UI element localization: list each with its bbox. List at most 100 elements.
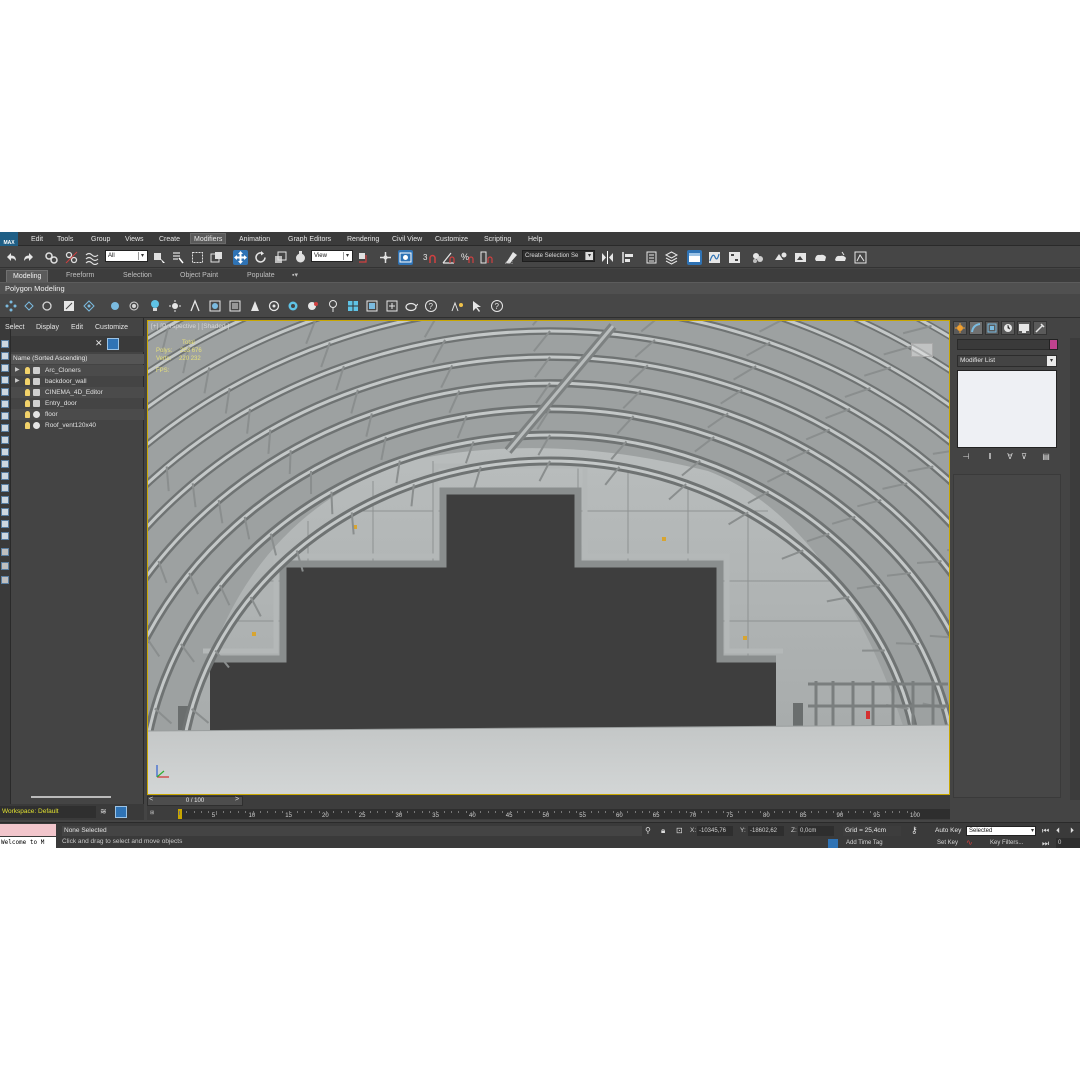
modify-tab-icon[interactable] [969,321,983,335]
display-geometry-icon[interactable] [1,340,9,348]
edge-mode-icon[interactable] [22,299,36,313]
percent-snap-icon[interactable]: % [460,250,475,265]
scene-item-cinema-4d-editor[interactable]: CINEMA_4D_Editor [11,387,144,398]
rectangular-selection-icon[interactable] [190,250,205,265]
show-end-result-icon[interactable]: ‖ [985,452,995,462]
key-mode-dropdown[interactable]: Selected ▾ [966,826,1036,836]
toggle-scene-explorer-icon[interactable] [644,250,659,265]
paint-connect-icon[interactable] [326,299,340,313]
expand-arrow-icon[interactable]: ▶ [15,376,20,387]
display-all-icon[interactable] [1,484,9,492]
set-key-button[interactable]: Set Key [937,840,958,846]
menu-graph-editors[interactable]: Graph Editors [285,234,334,245]
named-selection-set-dropdown[interactable]: Create Selection Se ▾ [522,250,595,262]
render-tools-icon[interactable] [853,250,868,265]
render-production-icon[interactable] [813,250,828,265]
menu-customize[interactable]: Customize [432,234,471,245]
display-tab-icon[interactable] [1017,321,1031,335]
ribbon-options-icon[interactable]: ▪▾ [290,270,300,282]
scene-explorer-settings-icon[interactable] [115,806,127,818]
current-frame-field[interactable]: 0 [1056,838,1080,848]
snaps-toggle-icon[interactable]: 3 [422,250,437,265]
pin-stack-icon[interactable]: ⊣ [961,452,971,462]
go-to-start-icon[interactable]: ⏮ [1042,826,1049,836]
explorer-menu-select[interactable]: Select [5,324,24,331]
polygon-modeling-panel-title[interactable]: Polygon Modeling [5,284,65,293]
y-coordinate-field[interactable]: -18602,62 [748,826,784,836]
sync-selection-icon[interactable] [1,548,9,556]
shrink-icon[interactable] [127,299,141,313]
key-filters-button[interactable]: Key Filters... [990,840,1023,846]
command-panel-scrollbar[interactable] [1070,338,1080,800]
help-icon[interactable]: ? [424,299,438,313]
select-and-place-icon[interactable] [293,250,308,265]
menu-create[interactable]: Create [156,234,183,245]
menu-edit[interactable]: Edit [28,234,46,245]
object-name-field[interactable] [957,339,1051,350]
explorer-options-icon[interactable] [1,576,9,584]
scene-item-backdoor-wall[interactable]: ▶ backdoor_wall [11,376,144,387]
visibility-bulb-icon[interactable] [25,367,30,374]
modifier-stack[interactable] [957,370,1057,448]
play-icon[interactable]: ⏵ [1070,826,1074,836]
window-crossing-icon[interactable] [209,250,224,265]
scene-item-entry-door[interactable]: Entry_door [11,398,144,409]
menu-modifiers[interactable]: Modifiers [190,233,227,244]
viewcube[interactable] [911,343,933,357]
display-children-icon[interactable] [1,520,9,528]
explorer-horizontal-scrollbar[interactable] [31,796,111,798]
repeat-last-icon[interactable] [248,299,262,313]
default-tangents-icon[interactable]: ∿ [966,838,973,847]
display-hidden-icon[interactable] [1,472,9,480]
add-time-tag-label[interactable]: Add Time Tag [846,840,883,846]
toggle-layer-explorer-icon[interactable] [664,250,679,265]
polygon-mode-icon[interactable] [62,299,76,313]
symmetry-icon[interactable] [365,299,379,313]
edit-named-selection-icon[interactable]: ABC [504,250,519,265]
menu-help[interactable]: Help [525,234,545,245]
display-xrefs-icon[interactable] [1,424,9,432]
visibility-bulb-icon[interactable] [25,400,30,407]
app-logo[interactable]: MAX [0,232,18,246]
undo-icon[interactable] [4,250,19,265]
unlink-icon[interactable] [64,250,79,265]
display-lights-icon[interactable] [1,364,9,372]
border-mode-icon[interactable] [40,299,54,313]
align-icon[interactable] [620,250,635,265]
explorer-column-header[interactable]: Name (Sorted Ascending) [11,354,144,364]
auto-key-button[interactable]: Auto Key [935,827,961,834]
add-time-tag-icon[interactable] [828,839,838,848]
select-and-scale-icon[interactable] [273,250,288,265]
explorer-menu-customize[interactable]: Customize [95,324,128,331]
link-icon[interactable] [44,250,59,265]
redo-icon[interactable] [21,250,36,265]
spinner-snap-icon[interactable] [479,250,494,265]
visibility-bulb-icon[interactable] [25,378,30,385]
expand-arrow-icon[interactable]: ▶ [15,365,20,376]
rendered-frame-window-icon[interactable] [793,250,808,265]
generate-topology-icon[interactable] [346,299,360,313]
display-groups-icon[interactable] [1,412,9,420]
scene-item-roof-vent120x40[interactable]: Roof_vent120x40 [11,420,144,431]
x-coordinate-field[interactable]: -10345,76 [697,826,733,836]
time-slider-prev-icon[interactable]: < [149,796,153,803]
scene-item-arc-cloners[interactable]: ▶ Arc_Cloners [11,365,144,376]
material-editor-icon[interactable] [750,250,765,265]
display-bones-icon[interactable] [1,436,9,444]
tab-modeling[interactable]: Modeling [6,270,49,282]
menu-civil-view[interactable]: Civil View [389,234,425,245]
curve-editor-icon[interactable] [707,250,722,265]
display-cameras-icon[interactable] [1,376,9,384]
tab-selection[interactable]: Selection [117,270,158,282]
set-key-icon[interactable]: ⚷ [911,825,918,836]
maxscript-listener-output[interactable]: Welcome to M [0,837,56,848]
select-by-name-icon[interactable] [170,250,185,265]
select-and-move-icon[interactable] [233,250,248,265]
perspective-viewport[interactable]: [+] [Perspective ] [Shaded ] Total Polys… [147,320,950,795]
object-color-swatch[interactable] [1049,339,1058,350]
visibility-bulb-icon[interactable] [25,389,30,396]
display-invert-icon[interactable] [1,508,9,516]
nurms-icon[interactable] [306,299,320,313]
tab-object-paint[interactable]: Object Paint [174,270,224,282]
render-setup-icon[interactable] [773,250,788,265]
